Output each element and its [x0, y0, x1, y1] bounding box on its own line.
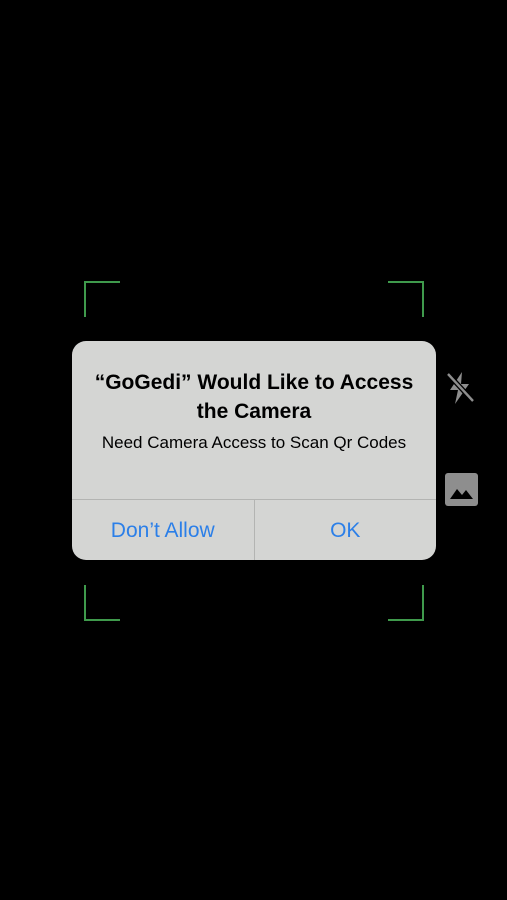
flash-off-icon	[446, 372, 475, 404]
scanner-corner-top-right	[388, 281, 424, 317]
image-gallery-icon	[445, 473, 478, 506]
scanner-corner-bottom-right	[388, 585, 424, 621]
alert-actions: Don’t Allow OK	[72, 499, 436, 560]
alert-body: “GoGedi” Would Like to Access the Camera…	[72, 341, 436, 499]
scanner-corner-top-left	[84, 281, 120, 317]
ok-button[interactable]: OK	[253, 500, 437, 560]
camera-permission-alert: “GoGedi” Would Like to Access the Camera…	[72, 341, 436, 560]
alert-title: “GoGedi” Would Like to Access the Camera	[94, 371, 414, 423]
dont-allow-button[interactable]: Don’t Allow	[72, 500, 254, 560]
gallery-button[interactable]	[445, 473, 478, 506]
alert-message: Need Camera Access to Scan Qr Codes	[101, 433, 407, 452]
flash-toggle-button[interactable]	[441, 369, 479, 407]
scanner-corner-bottom-left	[84, 585, 120, 621]
